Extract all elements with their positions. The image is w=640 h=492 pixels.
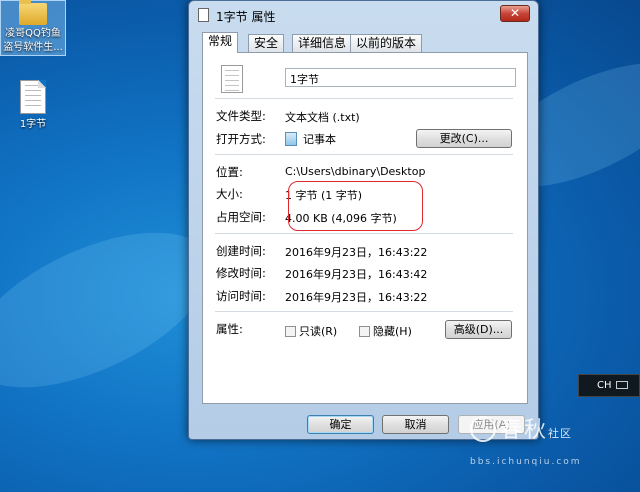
desktop-icon-label: 凌哥QQ钓鱼 [5,28,61,39]
opens-with-label: 打开方式: [216,132,266,146]
location-value: C:\Users\dbinary\Desktop [285,165,426,178]
ok-button[interactable]: 确定 [307,415,374,434]
cancel-button[interactable]: 取消 [382,415,449,434]
desktop-icon-text-file[interactable]: 1字节 [0,80,66,132]
created-label: 创建时间: [216,244,266,258]
close-button[interactable]: ✕ [500,5,530,22]
accessed-label: 访问时间: [216,289,266,303]
keyboard-icon [615,381,628,389]
text-file-icon [221,65,243,93]
modified-value: 2016年9月23日，16:43:42 [285,268,428,281]
size-on-disk-label: 占用空间: [216,210,266,224]
general-panel: 1字节 文件类型: 文本文档 (.txt) 打开方式: 记事本 更改(C)...… [202,52,528,404]
created-value: 2016年9月23日，16:43:22 [285,246,428,259]
desktop-icon-folder[interactable]: 凌哥QQ钓鱼 盗号软件生... [0,0,66,56]
divider [215,311,513,312]
watermark-sub: 社区 [548,427,573,440]
language-label: CH [597,380,612,391]
tab-general[interactable]: 常规 [202,32,239,53]
title-bar[interactable]: 1字节 属性 ✕ [189,1,538,29]
logo-icon [470,416,496,442]
tab-security[interactable]: 安全 [248,34,285,52]
size-label: 大小: [216,187,243,201]
advanced-button[interactable]: 高级(D)... [445,320,512,339]
language-bar[interactable]: CH [578,374,640,397]
modified-label: 修改时间: [216,266,266,280]
hidden-label: 隐藏(H) [373,325,412,338]
readonly-label: 只读(R) [299,325,338,338]
change-button[interactable]: 更改(C)... [416,129,512,148]
desktop-icon-label: 盗号软件生... [3,42,63,53]
window-title: 1字节 属性 [216,10,276,24]
watermark-logo: 春秋社区 [470,412,572,444]
file-type-label: 文件类型: [216,109,266,123]
opens-with-value: 记事本 [285,131,336,147]
folder-icon [19,0,47,25]
readonly-checkbox[interactable]: 只读(R) [285,323,337,339]
divider [215,233,513,234]
tab-details[interactable]: 详细信息 [292,34,353,52]
desktop-icon-label: 1字节 [19,119,47,130]
divider [215,98,513,99]
checkbox-box[interactable] [285,326,296,337]
red-annotation-circle [288,181,423,231]
text-file-icon [198,8,209,22]
file-type-value: 文本文档 (.txt) [285,111,360,124]
properties-dialog: 1字节 属性 ✕ 常规 安全 详细信息 以前的版本 1字节 文件类型: 文本文档… [188,0,539,440]
opens-with-app: 记事本 [303,133,336,146]
watermark-brand: 春秋 [500,418,549,443]
checkbox-box[interactable] [359,326,370,337]
watermark-url: bbs.ichunqiu.com [470,457,582,467]
attributes-label: 属性: [216,322,243,336]
accessed-value: 2016年9月23日，16:43:22 [285,291,428,304]
notepad-icon [285,132,297,146]
text-file-icon [20,80,46,114]
filename-input[interactable]: 1字节 [285,68,516,87]
location-label: 位置: [216,165,243,179]
hidden-checkbox[interactable]: 隐藏(H) [359,323,412,339]
tab-previous-versions[interactable]: 以前的版本 [350,34,423,52]
divider [215,154,513,155]
